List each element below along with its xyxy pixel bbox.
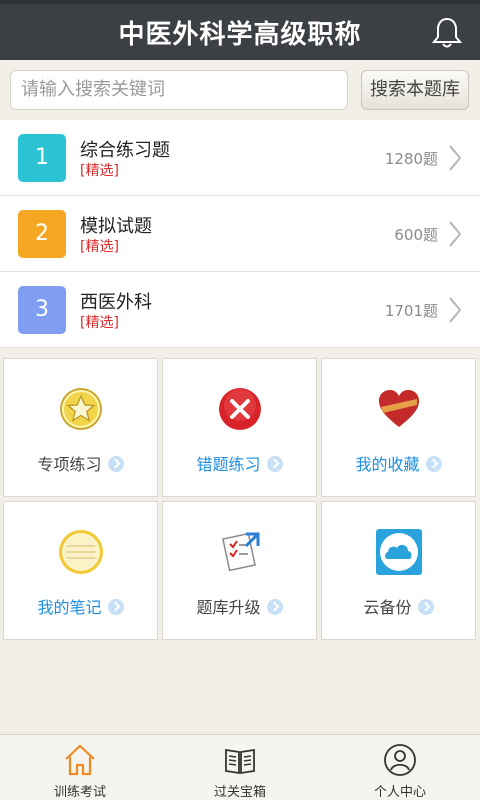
tile-favorites[interactable]: 我的收藏: [321, 358, 476, 497]
tile-label: 题库升级: [163, 594, 316, 618]
tab-treasure[interactable]: 过关宝箱: [160, 735, 320, 800]
upgrade-checklist-icon: [221, 532, 259, 572]
list-item[interactable]: 3 西医外科 [精选] 1701题: [0, 272, 480, 348]
chevron-right-icon: [449, 297, 462, 323]
question-count: 1280题: [384, 150, 438, 168]
tile-notes[interactable]: 我的笔记: [3, 501, 158, 640]
arrow-right-icon: [425, 456, 442, 472]
list-item[interactable]: 2 模拟试题 [精选] 600题: [0, 196, 480, 272]
featured-tag: [精选]: [80, 163, 119, 179]
star-badge-icon: [59, 388, 102, 430]
chevron-right-icon: [449, 221, 462, 247]
bell-icon[interactable]: [432, 16, 462, 50]
home-icon: [65, 744, 95, 776]
user-icon: [384, 744, 416, 776]
index-badge: 1: [18, 134, 66, 182]
arrow-right-icon: [107, 456, 124, 472]
tile-label: 我的收藏: [322, 451, 475, 475]
tile-bank-upgrade[interactable]: 题库升级: [162, 501, 317, 640]
tile-label: 错题练习: [163, 451, 316, 475]
arrow-right-icon: [107, 599, 124, 615]
tab-label: 个人中心: [373, 785, 426, 800]
featured-tag: [精选]: [80, 315, 119, 331]
tab-profile[interactable]: 个人中心: [320, 735, 480, 800]
question-count: 1701题: [384, 302, 438, 320]
app-header: 中医外科学高级职称: [0, 4, 480, 60]
search-input[interactable]: 请输入搜索关键词: [10, 70, 348, 110]
search-button[interactable]: 搜索本题库: [361, 70, 469, 110]
category-name: 模拟试题: [80, 216, 152, 237]
category-name: 西医外科: [80, 292, 152, 313]
tab-label: 过关宝箱: [213, 785, 266, 800]
category-name: 综合练习题: [80, 140, 170, 161]
cloud-backup-icon: [375, 529, 422, 575]
tile-label: 我的笔记: [4, 594, 157, 618]
tile-topic-practice[interactable]: 专项练习: [3, 358, 158, 497]
index-badge: 3: [18, 286, 66, 334]
chevron-right-icon: [449, 145, 462, 171]
tile-label: 专项练习: [4, 451, 157, 475]
error-x-icon: [218, 388, 261, 430]
category-list: 1 综合练习题 [精选] 1280题 2 模拟试题 [精选] 600题 3 西医…: [0, 120, 480, 348]
notepad-icon: [58, 530, 103, 574]
tile-label: 云备份: [322, 594, 475, 618]
arrow-right-icon: [266, 599, 283, 615]
question-count: 600题: [394, 226, 438, 244]
heart-icon: [378, 390, 419, 427]
featured-tag: [精选]: [80, 239, 119, 255]
list-item[interactable]: 1 综合练习题 [精选] 1280题: [0, 120, 480, 196]
arrow-right-icon: [266, 456, 283, 472]
tab-label: 训练考试: [53, 785, 106, 800]
search-bar: 请输入搜索关键词 搜索本题库: [0, 60, 480, 120]
bottom-tab-bar: 训练考试 过关宝箱 个人中心: [0, 734, 480, 800]
index-badge: 2: [18, 210, 66, 258]
page-title: 中医外科学高级职称: [118, 19, 362, 50]
book-icon: [225, 748, 255, 775]
tile-cloud-backup[interactable]: 云备份: [321, 501, 476, 640]
arrow-right-icon: [417, 599, 434, 615]
tab-training[interactable]: 训练考试: [0, 735, 160, 800]
tile-wrong-questions[interactable]: 错题练习: [162, 358, 317, 497]
